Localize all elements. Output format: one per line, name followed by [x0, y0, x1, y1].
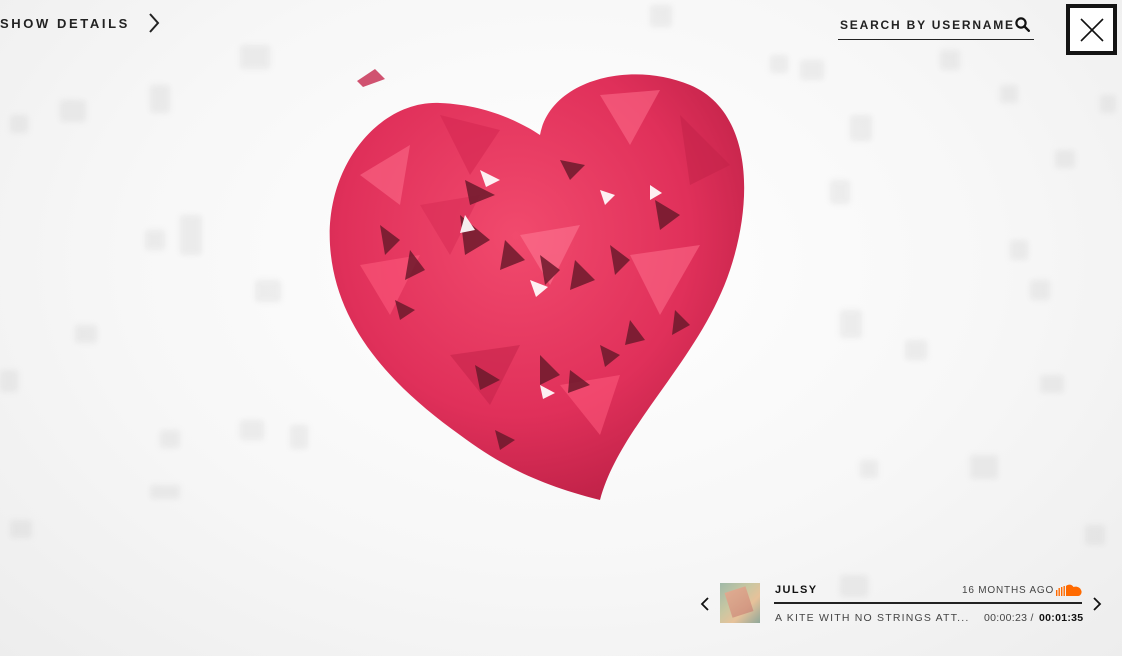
search-icon[interactable]: [1015, 17, 1030, 32]
search-by-username-input[interactable]: SEARCH BY USERNAME: [838, 14, 1034, 40]
show-details-button[interactable]: SHOW DETAILS: [0, 12, 160, 34]
posted-time: 16 MONTHS AGO: [962, 585, 1055, 596]
progress-line[interactable]: [774, 602, 1082, 604]
faceted-heart-3d: [329, 74, 745, 501]
heart-visualization: [300, 55, 780, 515]
artist-name[interactable]: JULSY: [775, 584, 817, 596]
chevron-left-icon[interactable]: [700, 596, 710, 612]
current-time: 00:00:23 /: [984, 612, 1034, 624]
soundcloud-icon[interactable]: [1055, 583, 1083, 597]
search-label: SEARCH BY USERNAME: [840, 17, 1015, 32]
heart-fragment: [357, 69, 385, 87]
chevron-right-icon[interactable]: [1092, 596, 1102, 612]
track-title[interactable]: A KITE WITH NO STRINGS ATT...: [775, 612, 969, 624]
close-icon: [1079, 17, 1104, 42]
audio-player: JULSY 16 MONTHS AGO A KITE WITH NO STRIN…: [700, 580, 1112, 628]
chevron-right-icon: [149, 13, 160, 33]
total-time: 00:01:35: [1039, 612, 1084, 624]
close-button[interactable]: [1066, 4, 1117, 55]
show-details-label: SHOW DETAILS: [0, 15, 130, 31]
track-artwork[interactable]: [720, 583, 760, 623]
